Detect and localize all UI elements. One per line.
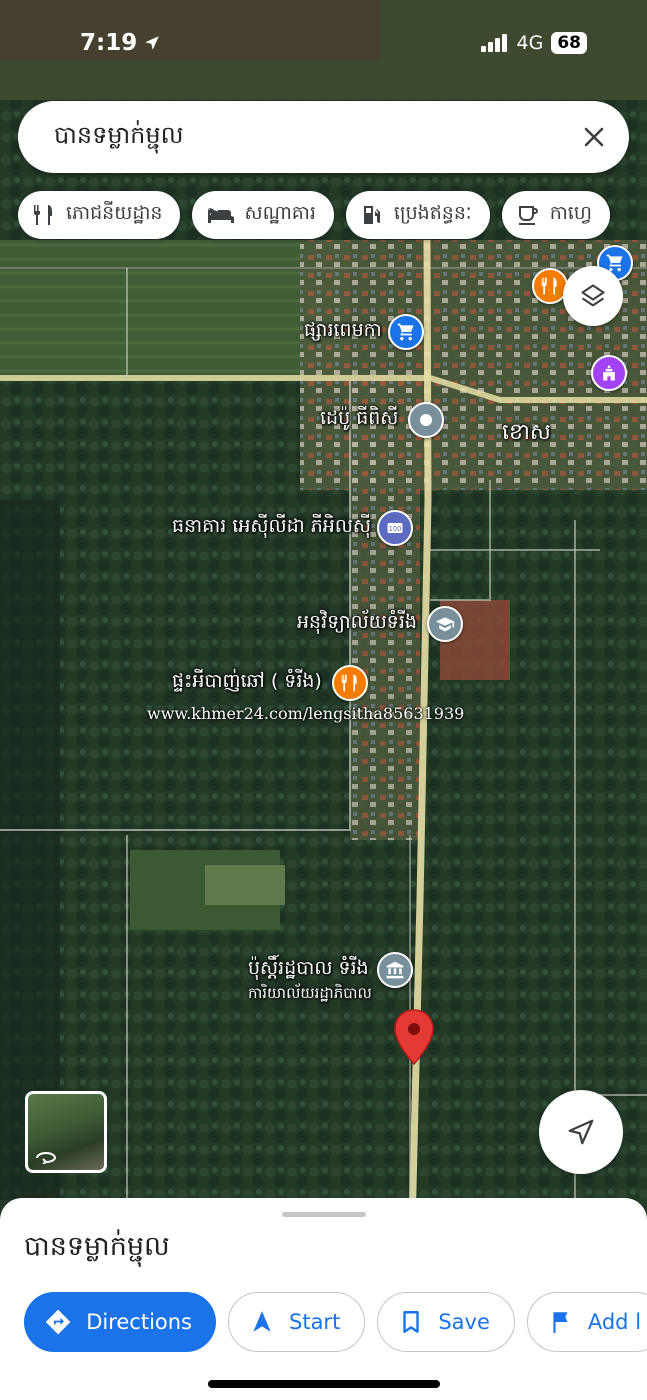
poi-school[interactable]: អនុវិទ្យាល័យទំរីង bbox=[297, 606, 463, 642]
location-dot-icon bbox=[408, 402, 445, 438]
directions-label: Directions bbox=[86, 1310, 192, 1334]
add-label: Add l bbox=[587, 1310, 642, 1334]
network-type: 4G bbox=[516, 32, 544, 54]
street-view-thumbnail[interactable] bbox=[25, 1091, 107, 1173]
coffee-icon bbox=[518, 206, 538, 225]
save-label: Save bbox=[438, 1310, 490, 1334]
battery-level: 68 bbox=[551, 32, 587, 54]
restaurant-icon bbox=[34, 205, 52, 225]
search-query[interactable]: បានទម្លាក់ម្ជុល bbox=[54, 120, 579, 155]
school-icon bbox=[426, 606, 463, 642]
poi-police-sub-label: ការិយាល័យរដ្ឋាភិបាល bbox=[248, 984, 372, 1002]
start-label: Start bbox=[289, 1310, 341, 1334]
sheet-drag-handle[interactable] bbox=[282, 1212, 366, 1217]
location-arrow-icon bbox=[145, 36, 159, 50]
rotate-360-icon bbox=[36, 1152, 57, 1164]
poi-police-post-label: ប៉ុស្តិ៍រដ្ឋបាល ទំរីង bbox=[248, 957, 369, 979]
poi-restaurant-label: ផ្ទះអីបាញ់ឆៅ ( ទំរីង) bbox=[172, 670, 322, 692]
watermark-text: www.khmer24.com/lengsitha85631939 bbox=[147, 704, 465, 723]
poi-police-post[interactable]: ប៉ុស្តិ៍រដ្ឋបាល ទំរីង ការិយាល័យរដ្ឋាភិបា… bbox=[248, 952, 413, 1006]
category-chips: ភោជនីយដ្ឋាន សណ្ឋាគារ ប្រេងឥន្ធនៈ កាហ្វេ bbox=[18, 191, 610, 239]
navigation-arrow-icon bbox=[568, 1119, 594, 1145]
poi-market-label: ផ្សារពេមកា bbox=[304, 319, 382, 341]
chip-label: សណ្ឋាគារ bbox=[244, 202, 316, 224]
close-icon[interactable] bbox=[579, 122, 609, 152]
poi-depot[interactable]: ដេប៉ូ ធីពិសី bbox=[320, 402, 445, 438]
map-view[interactable]: ផ្សារពេមកា ដេប៉ូ ធីពិសី ខោស ធនាគារ អេស៊ី… bbox=[0, 0, 647, 1230]
government-building-icon bbox=[376, 952, 413, 988]
poi-market[interactable]: ផ្សារពេមកា bbox=[304, 314, 424, 350]
signal-bars-icon bbox=[480, 34, 507, 52]
bookmark-icon bbox=[403, 1311, 420, 1333]
search-bar[interactable]: បានទម្លាក់ម្ជុល bbox=[18, 101, 629, 173]
poi-bank[interactable]: ធនាគារ អេស៊ីលីដា ភីអិលស៊ី 100 bbox=[172, 510, 414, 546]
chip-coffee[interactable]: កាហ្វេ bbox=[501, 191, 610, 239]
my-location-button[interactable] bbox=[539, 1090, 623, 1174]
home-indicator bbox=[208, 1380, 440, 1388]
chip-restaurants[interactable]: ភោជនីយដ្ឋាន bbox=[18, 191, 181, 239]
start-button[interactable]: Start bbox=[228, 1292, 366, 1352]
action-buttons: Directions Start Save Add l bbox=[24, 1292, 647, 1352]
shopping-cart-icon bbox=[387, 314, 424, 350]
gas-station-icon bbox=[363, 206, 380, 224]
place-sheet[interactable]: បានទម្លាក់ម្ជុល Directions Start Save Ad… bbox=[0, 1198, 647, 1400]
chip-hotels[interactable]: សណ្ឋាគារ bbox=[192, 191, 334, 239]
layers-icon bbox=[581, 284, 605, 307]
bank-icon: 100 bbox=[377, 510, 414, 546]
navigation-arrow-icon bbox=[253, 1311, 271, 1332]
flag-icon bbox=[553, 1312, 568, 1333]
place-title: បានទម្លាក់ម្ជុល bbox=[24, 1231, 170, 1262]
add-label-button[interactable]: Add l bbox=[526, 1292, 647, 1352]
hotel-icon bbox=[208, 208, 235, 223]
save-button[interactable]: Save bbox=[377, 1292, 515, 1352]
directions-button[interactable]: Directions bbox=[24, 1292, 216, 1352]
status-time: 7:19 bbox=[80, 30, 138, 56]
directions-icon bbox=[45, 1309, 71, 1335]
chip-label: ភោជនីយដ្ឋាន bbox=[66, 202, 163, 224]
svg-text:100: 100 bbox=[389, 525, 402, 533]
status-bar: 7:19 4G 68 bbox=[0, 30, 647, 60]
poi-restaurant[interactable]: ផ្ទះអីបាញ់ឆៅ ( ទំរីង) bbox=[172, 665, 368, 701]
layers-button[interactable] bbox=[563, 266, 623, 326]
restaurant-icon bbox=[331, 665, 368, 701]
poi-bank-label: ធនាគារ អេស៊ីលីដា ភីអិលស៊ី bbox=[172, 515, 372, 537]
dropped-pin-icon[interactable] bbox=[393, 1008, 435, 1066]
chip-label: កាហ្វេ bbox=[549, 202, 592, 224]
poi-depot-label: ដេប៉ូ ធីពិសី bbox=[320, 407, 399, 429]
poi-school-label: អនុវិទ្យាល័យទំរីង bbox=[297, 611, 417, 633]
chip-gas[interactable]: ប្រេងឥន្ធនៈ bbox=[345, 191, 490, 239]
chip-label: ប្រេងឥន្ធនៈ bbox=[393, 202, 472, 224]
temple-icon[interactable] bbox=[591, 355, 627, 391]
poi-area-label: ខោស bbox=[502, 420, 551, 445]
